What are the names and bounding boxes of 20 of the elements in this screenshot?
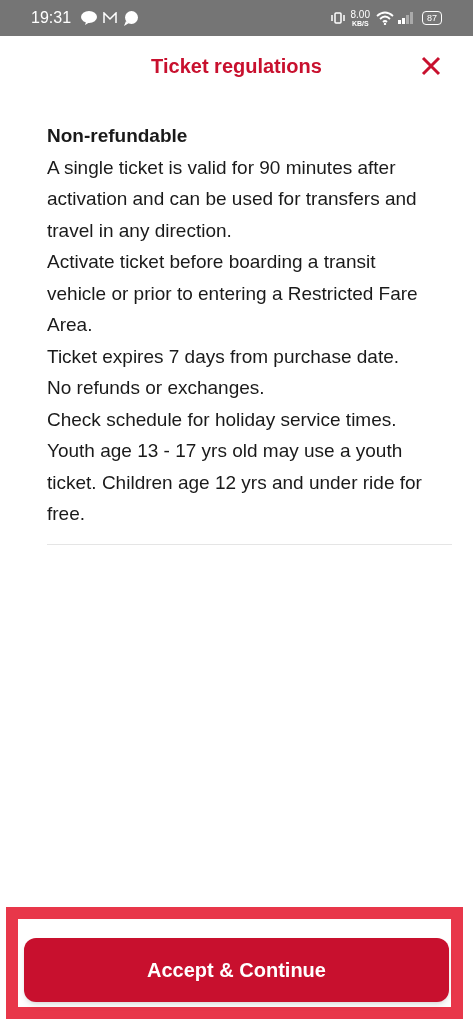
close-button[interactable] [419, 54, 443, 78]
close-icon [421, 56, 441, 76]
regulation-text: Youth age 13 - 17 yrs old may use a youth ticket. Children age 12 yrs and under ride for free. [47, 439, 422, 526]
clock-time: 19:31 [31, 8, 72, 28]
regulation-text: Ticket expires 7 days from purchase date. [47, 344, 400, 369]
mail-icon [103, 12, 118, 24]
signal-icon [398, 12, 414, 24]
accept-continue-button[interactable]: Accept & Continue [24, 938, 449, 1002]
battery-level: 87 [427, 13, 437, 23]
chat-bubble-icon [123, 10, 139, 26]
regulation-text: A single ticket is valid for 90 minutes after activation and can be used for transfers and travel in any direction. [47, 155, 418, 243]
regulation-text: No refunds or exchanges. [47, 376, 266, 400]
chat-bubble-icon [81, 11, 98, 25]
dialog-title: Ticket regulations [151, 54, 322, 79]
network-speed: 8.00 [350, 9, 370, 20]
section-heading: Non-refundable [47, 124, 189, 148]
regulation-text: Check schedule for holiday service times. [47, 407, 398, 432]
vibrate-icon [330, 12, 345, 24]
wifi-icon [376, 11, 394, 25]
regulation-text: Activate ticket before boarding a transit vehicle or prior to entering a Restricted Fare Area. [47, 250, 419, 337]
